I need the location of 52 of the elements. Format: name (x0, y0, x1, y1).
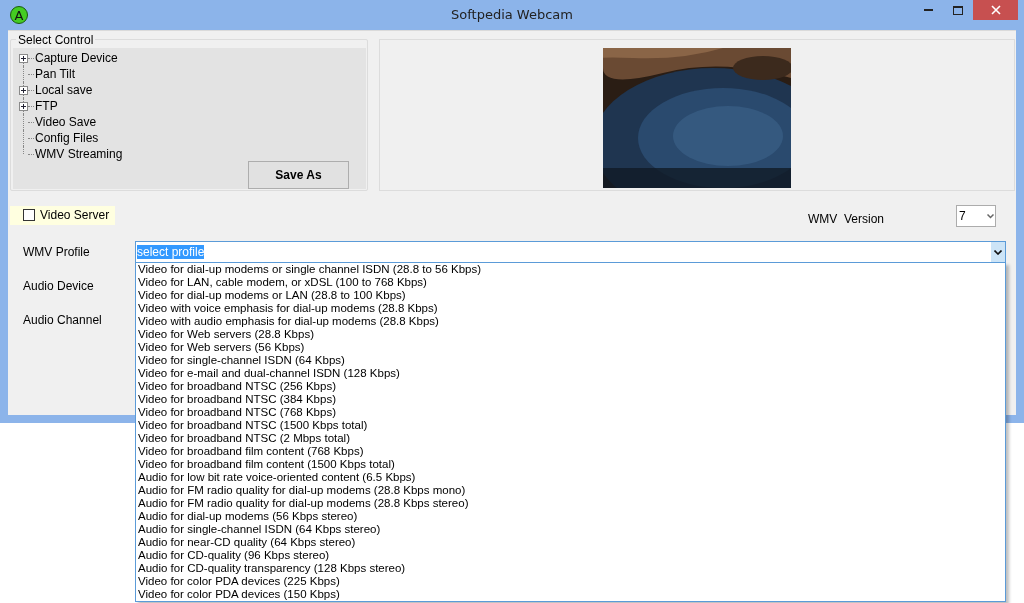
dropdown-option[interactable]: Audio for FM radio quality for dial-up modems (28.8 Kbps stereo) (138, 497, 1005, 510)
dropdown-option[interactable]: Audio for FM radio quality for dial-up modems (28.8 Kbps mono) (138, 484, 1005, 497)
dropdown-option[interactable]: Video for LAN, cable modem, or xDSL (100 to 768 Kbps) (138, 276, 1005, 289)
dropdown-option[interactable]: Video for e-mail and dual-channel ISDN (128 Kbps) (138, 367, 1005, 380)
window-title: Softpedia Webcam (451, 7, 573, 22)
tree-item[interactable]: Pan Tilt (34, 67, 76, 81)
chevron-down-icon (994, 249, 1002, 255)
dropdown-option[interactable]: Video with audio emphasis for dial-up modems (28.8 Kbps) (138, 315, 1005, 328)
version-dropdown[interactable]: 7 (956, 205, 996, 227)
dropdown-option[interactable]: Audio for single-channel ISDN (64 Kbps stereo) (138, 523, 1005, 536)
field-label: WMV Profile (22, 245, 91, 259)
field-label: Audio Channel (23, 313, 102, 327)
field-label: WMV Version (807, 212, 884, 226)
dropdown-option[interactable]: Video for color PDA devices (225 Kbps) (138, 575, 1005, 588)
video-server-checkbox[interactable]: Video Server (10, 206, 116, 225)
expand-icon[interactable] (19, 53, 28, 63)
expand-icon[interactable] (19, 85, 28, 95)
dropdown-option[interactable]: Video for broadband NTSC (768 Kbps) (138, 406, 1005, 419)
dropdown-option[interactable]: Video with voice emphasis for dial-up modems (28.8 Kbps) (138, 302, 1005, 315)
dropdown-option[interactable]: Video for broadband film content (768 Kbps) (138, 445, 1005, 458)
dropdown-option[interactable]: Audio for CD-quality (96 Kbps stereo) (138, 549, 1005, 562)
save-as-button[interactable]: Save As (248, 161, 349, 189)
app-logo-icon: A (10, 6, 28, 24)
dropdown-option[interactable]: Video for single-channel ISDN (64 Kbps) (138, 354, 1005, 367)
combo-value: select profile (137, 245, 205, 259)
maximize-icon (953, 5, 963, 15)
tree-item[interactable]: Capture Device (34, 51, 118, 65)
dropdown-option[interactable]: Video for Web servers (56 Kbps) (138, 341, 1005, 354)
dropdown-option[interactable]: Video for broadband NTSC (256 Kbps) (138, 380, 1005, 393)
group-title: Select Control (16, 33, 96, 47)
dropdown-option[interactable]: Video for broadband NTSC (1500 Kbps total) (138, 419, 1005, 432)
chevron-down-icon (987, 213, 994, 219)
close-icon (990, 5, 1001, 15)
tree-item[interactable]: FTP (34, 99, 58, 113)
dropdown-option[interactable]: Audio for low bit rate voice-oriented content (6.5 Kbps) (138, 471, 1005, 484)
dropdown-option[interactable]: Video for Web servers (28.8 Kbps) (138, 328, 1005, 341)
tree-item[interactable]: Video Save (34, 115, 97, 129)
tree-item[interactable]: Config Files (34, 131, 99, 145)
dropdown-option[interactable]: Video for broadband NTSC (2 Mbps total) (138, 432, 1005, 445)
field-label: Audio Device (23, 279, 94, 293)
dropdown-option[interactable]: Video for broadband NTSC (384 Kbps) (138, 393, 1005, 406)
dropdown-option[interactable]: Audio for dial-up modems (56 Kbps stereo) (138, 510, 1005, 523)
minimize-icon (923, 9, 933, 11)
tree-item[interactable]: Local save (34, 83, 93, 97)
dropdown-option[interactable]: Video for dial-up modems or LAN (28.8 to 100 Kbps) (138, 289, 1005, 302)
dropdown-option[interactable]: Audio for CD-quality transparency (128 Kbps stereo) (138, 562, 1005, 575)
dropdown-option[interactable]: Video for dial-up modems or single channel ISDN (28.8 to 56 Kbps) (138, 263, 1005, 276)
dropdown-option[interactable]: Video for broadband film content (1500 Kbps total) (138, 458, 1005, 471)
dropdown-option[interactable]: Video for color PDA devices (150 Kbps) (138, 588, 1005, 601)
tree-item[interactable]: WMV Streaming (34, 147, 123, 161)
expand-icon[interactable] (19, 101, 28, 111)
dropdown-option[interactable]: Audio for near-CD quality (64 Kbps stereo) (138, 536, 1005, 549)
